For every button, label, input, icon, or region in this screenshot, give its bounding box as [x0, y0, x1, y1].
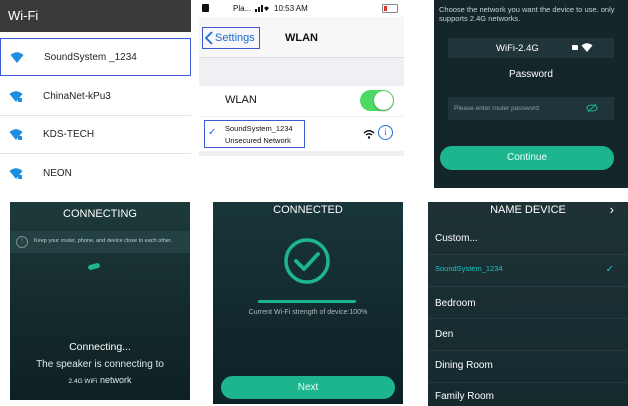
wifi-icon: [9, 168, 23, 179]
device-name-option[interactable]: Den: [435, 329, 453, 340]
wlan-label: WLAN: [225, 94, 257, 106]
network-band-label: 2.4G WiFi: [68, 378, 98, 385]
carrier-label: Pla...: [233, 4, 252, 13]
network-suffix: network: [97, 375, 132, 385]
ios-wlan-screen: Pla... 10:53 AM Settings WLAN WLAN ✓ Sou…: [199, 0, 404, 156]
wifi-signal-icon: [363, 130, 375, 139]
wlan-toggle-row: WLAN: [199, 86, 404, 116]
connected-screen: CONNECTED Current Wi-Fi strength of devi…: [213, 202, 403, 404]
back-label: Settings: [215, 32, 255, 44]
info-icon[interactable]: i: [378, 125, 393, 140]
wifi-network-item-chinanet[interactable]: ChinaNet-kPu3: [0, 77, 191, 115]
network-name: WiFi-2.4G: [496, 43, 539, 54]
page-title: CONNECTING: [63, 208, 137, 220]
wifi-network-label: KDS-TECH: [43, 128, 95, 140]
page-title: CONNECTED: [273, 204, 343, 216]
name-device-screen: NAME DEVICE › Custom... SoundSystem_1234…: [428, 202, 628, 406]
chevron-right-icon[interactable]: ›: [610, 202, 614, 217]
signal-strength-bar: [258, 300, 356, 303]
time-label: 10:53 AM: [274, 4, 308, 13]
router-password-screen: Choose the network you want the device t…: [434, 0, 628, 188]
connecting-description: The speaker is connecting to: [36, 359, 164, 370]
wifi-network-label: SoundSystem _1234: [44, 51, 137, 63]
info-text: Keep your router, phone, and device clos…: [34, 238, 172, 244]
next-button[interactable]: Next: [221, 376, 395, 399]
wifi-network-item-soundsystem[interactable]: SoundSystem _1234: [0, 38, 191, 76]
eye-hidden-icon[interactable]: [586, 103, 598, 113]
continue-button[interactable]: Continue: [440, 146, 614, 170]
success-check-icon: [284, 238, 330, 284]
device-name-option[interactable]: Custom...: [435, 233, 478, 244]
device-name-option[interactable]: Family Room: [435, 391, 494, 402]
network-name: SoundSystem_1234: [225, 124, 293, 133]
checkmark-icon: ✓: [208, 127, 217, 138]
connecting-status: Connecting...: [69, 341, 131, 353]
wlan-toggle[interactable]: [360, 90, 394, 111]
connected-network-row[interactable]: ✓ SoundSystem_1234 Unsecured Network i: [199, 117, 404, 151]
info-icon: !: [16, 236, 28, 248]
selected-network-field[interactable]: WiFi-2.4G: [448, 38, 614, 58]
wifi-header-title: Wi-Fi: [0, 0, 191, 32]
wifi-network-item-neon[interactable]: NEON: [0, 154, 191, 192]
signal-icon: [255, 5, 269, 12]
wifi-icon: [10, 52, 24, 63]
chevron-left-icon: [205, 31, 213, 45]
password-label: Password: [509, 69, 553, 80]
wifi-icon: [9, 91, 23, 102]
connecting-screen: CONNECTING ! Keep your router, phone, an…: [10, 202, 190, 400]
device-name-option[interactable]: Dining Room: [435, 360, 493, 371]
checkmark-icon: ✓: [605, 264, 614, 275]
connecting-network-line: 2.4G WiFi network: [10, 375, 190, 385]
wifi-icon: [9, 129, 23, 140]
page-title: NAME DEVICE: [490, 204, 566, 216]
status-bar: Pla... 10:53 AM: [199, 0, 404, 17]
wifi-network-item-kds[interactable]: KDS-TECH: [0, 115, 191, 153]
device-name-option[interactable]: Bedroom: [435, 298, 476, 309]
info-banner: ! Keep your router, phone, and device cl…: [10, 231, 190, 253]
page-title: WLAN: [285, 32, 318, 44]
device-name-option-selected[interactable]: SoundSystem_1234: [435, 264, 503, 273]
battery-icon: [382, 4, 398, 13]
network-status: Unsecured Network: [225, 136, 291, 145]
wifi-network-label: ChinaNet-kPu3: [43, 90, 111, 102]
signal-strength-text: Current Wi-Fi strength of device:100%: [248, 309, 368, 316]
toggle-knob: [374, 91, 393, 110]
network-instruction-text: Choose the network you want the device t…: [439, 5, 615, 23]
android-wifi-screen: Wi-Fi SoundSystem _1234 ChinaNet-kPu3 KD…: [0, 0, 191, 192]
camera-icon: [202, 4, 209, 12]
wifi-network-label: NEON: [43, 167, 72, 179]
lock-icon: [572, 45, 578, 50]
back-button[interactable]: Settings: [202, 27, 260, 49]
wifi-icon: [581, 43, 593, 52]
loading-spinner: [87, 262, 101, 271]
